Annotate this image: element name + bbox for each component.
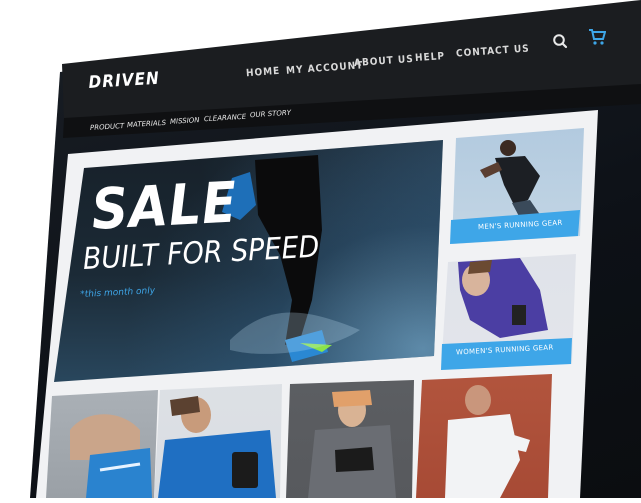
page-mockup: DRIVEN HOME MY ACCOUNT ABOUT US HELP CON… (0, 0, 641, 498)
track-runner-image (0, 0, 641, 498)
